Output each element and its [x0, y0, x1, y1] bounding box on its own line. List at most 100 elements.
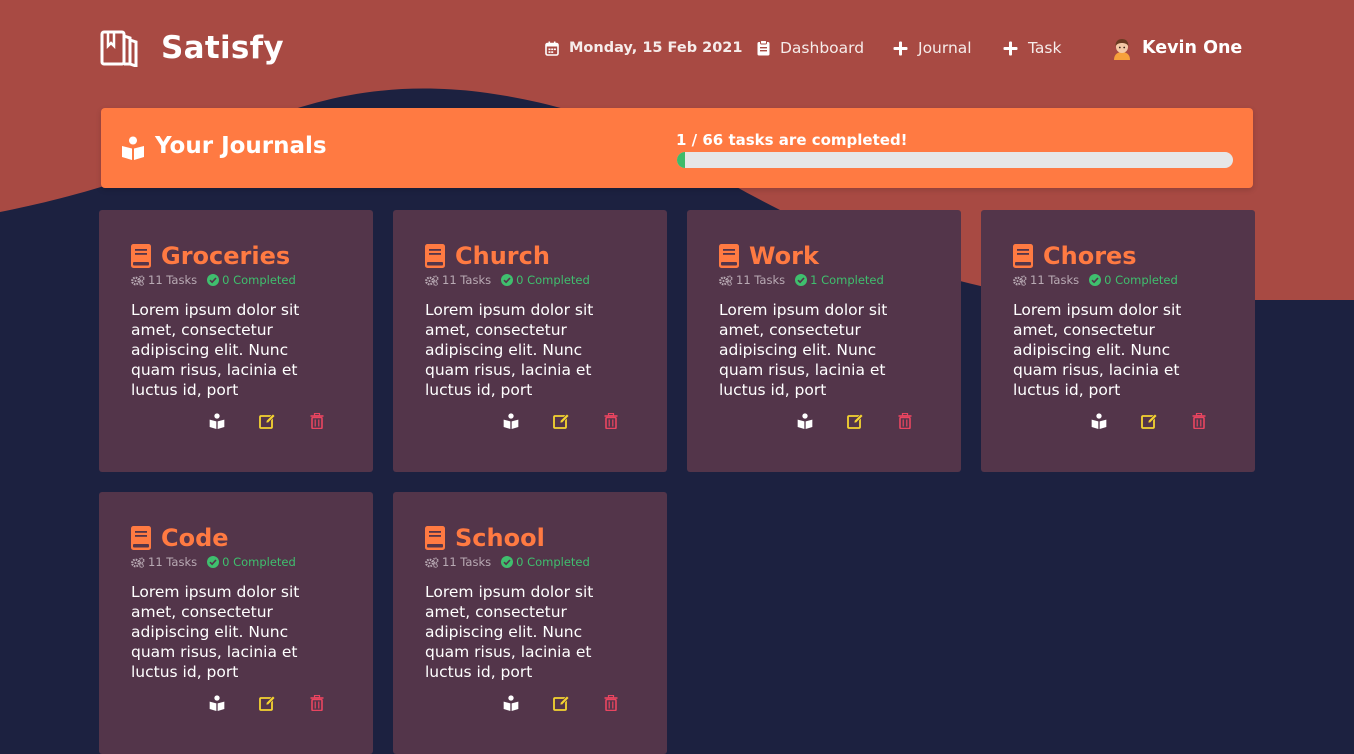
- journal-title-link[interactable]: Chores: [1013, 240, 1137, 272]
- book-icon: [425, 244, 445, 268]
- edit-journal-button[interactable]: [551, 411, 571, 431]
- read-journal-button[interactable]: [207, 411, 227, 431]
- journal-card-school: School 11 Tasks 0 Completed Lorem ipsum …: [393, 492, 667, 754]
- journal-description: Lorem ipsum dolor sit amet, consectetur …: [425, 583, 594, 681]
- book-reader-icon: [797, 413, 813, 429]
- journal-card-work: Work 11 Tasks 1 Completed Lorem ipsum do…: [687, 210, 961, 472]
- trash-icon: [604, 413, 618, 429]
- read-journal-button[interactable]: [795, 411, 815, 431]
- edit-journal-button[interactable]: [845, 411, 865, 431]
- delete-journal-button[interactable]: [601, 411, 621, 431]
- read-journal-button[interactable]: [501, 411, 521, 431]
- task-count-text: 11 Tasks: [442, 273, 492, 287]
- journal-stats: 11 Tasks 1 Completed: [719, 273, 884, 287]
- trash-icon: [310, 413, 324, 429]
- book-icon: [425, 526, 445, 550]
- journal-actions: [393, 411, 667, 431]
- journal-stats: 11 Tasks 0 Completed: [131, 273, 296, 287]
- task-count-text: 11 Tasks: [736, 273, 786, 287]
- journal-actions: [393, 693, 667, 713]
- completed-count: 0 Completed: [1089, 273, 1178, 287]
- edit-icon: [846, 413, 863, 429]
- book-reader-icon: [209, 695, 225, 711]
- journal-title: Church: [455, 242, 550, 270]
- check-circle-icon: [1089, 274, 1102, 286]
- edit-icon: [258, 413, 275, 429]
- edit-journal-button[interactable]: [257, 693, 277, 713]
- book-icon: [1013, 244, 1033, 268]
- completed-count-text: 0 Completed: [222, 273, 296, 287]
- delete-journal-button[interactable]: [895, 411, 915, 431]
- journal-actions: [99, 693, 373, 713]
- check-circle-icon: [207, 274, 220, 286]
- journal-title: Code: [161, 524, 229, 552]
- delete-journal-button[interactable]: [307, 693, 327, 713]
- journal-card-groceries: Groceries 11 Tasks 0 Completed Lorem ips…: [99, 210, 373, 472]
- journal-grid: Groceries 11 Tasks 0 Completed Lorem ips…: [0, 0, 1354, 754]
- journal-title: Chores: [1043, 242, 1137, 270]
- edit-icon: [552, 695, 569, 711]
- completed-count-text: 0 Completed: [222, 555, 296, 569]
- completed-count-text: 0 Completed: [516, 555, 590, 569]
- cogs-icon: [425, 274, 439, 286]
- cogs-icon: [719, 274, 733, 286]
- journal-description: Lorem ipsum dolor sit amet, consectetur …: [719, 301, 888, 399]
- check-circle-icon: [795, 274, 808, 286]
- journal-card-church: Church 11 Tasks 0 Completed Lorem ipsum …: [393, 210, 667, 472]
- journal-title-link[interactable]: School: [425, 522, 545, 554]
- book-reader-icon: [503, 413, 519, 429]
- completed-count: 0 Completed: [501, 273, 590, 287]
- completed-count: 1 Completed: [795, 273, 884, 287]
- completed-count: 0 Completed: [207, 555, 296, 569]
- journal-description: Lorem ipsum dolor sit amet, consectetur …: [131, 301, 300, 399]
- task-count-text: 11 Tasks: [148, 555, 198, 569]
- journal-stats: 11 Tasks 0 Completed: [1013, 273, 1178, 287]
- trash-icon: [1192, 413, 1206, 429]
- cogs-icon: [425, 556, 439, 568]
- task-count: 11 Tasks: [131, 273, 197, 287]
- edit-journal-button[interactable]: [1139, 411, 1159, 431]
- journal-title: Groceries: [161, 242, 291, 270]
- book-reader-icon: [209, 413, 225, 429]
- check-circle-icon: [501, 556, 514, 568]
- journal-title-link[interactable]: Church: [425, 240, 550, 272]
- edit-icon: [258, 695, 275, 711]
- book-reader-icon: [1091, 413, 1107, 429]
- journal-actions: [687, 411, 961, 431]
- journal-actions: [981, 411, 1255, 431]
- journal-title-link[interactable]: Code: [131, 522, 229, 554]
- cogs-icon: [1013, 274, 1027, 286]
- book-reader-icon: [503, 695, 519, 711]
- read-journal-button[interactable]: [207, 693, 227, 713]
- journal-description: Lorem ipsum dolor sit amet, consectetur …: [131, 583, 300, 681]
- task-count-text: 11 Tasks: [148, 273, 198, 287]
- completed-count: 0 Completed: [501, 555, 590, 569]
- cogs-icon: [131, 556, 145, 568]
- completed-count-text: 0 Completed: [1104, 273, 1178, 287]
- edit-journal-button[interactable]: [257, 411, 277, 431]
- delete-journal-button[interactable]: [1189, 411, 1209, 431]
- delete-journal-button[interactable]: [307, 411, 327, 431]
- check-circle-icon: [501, 274, 514, 286]
- edit-icon: [1140, 413, 1157, 429]
- book-icon: [131, 526, 151, 550]
- check-circle-icon: [207, 556, 220, 568]
- trash-icon: [310, 695, 324, 711]
- journal-card-code: Code 11 Tasks 0 Completed Lorem ipsum do…: [99, 492, 373, 754]
- task-count: 11 Tasks: [425, 273, 491, 287]
- delete-journal-button[interactable]: [601, 693, 621, 713]
- read-journal-button[interactable]: [1089, 411, 1109, 431]
- edit-journal-button[interactable]: [551, 693, 571, 713]
- completed-count-text: 1 Completed: [810, 273, 884, 287]
- read-journal-button[interactable]: [501, 693, 521, 713]
- journal-title-link[interactable]: Groceries: [131, 240, 290, 272]
- book-icon: [131, 244, 151, 268]
- journal-title: Work: [749, 242, 819, 270]
- cogs-icon: [131, 274, 145, 286]
- journal-actions: [99, 411, 373, 431]
- completed-count: 0 Completed: [207, 273, 296, 287]
- task-count-text: 11 Tasks: [1030, 273, 1080, 287]
- completed-count-text: 0 Completed: [516, 273, 590, 287]
- book-icon: [719, 244, 739, 268]
- journal-title-link[interactable]: Work: [719, 240, 819, 272]
